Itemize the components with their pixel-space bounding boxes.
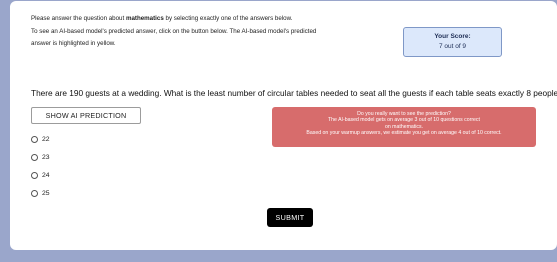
score-box: Your Score: 7 out of 9 xyxy=(403,27,502,57)
answer-label: 24 xyxy=(42,171,50,179)
warning-line: Based on your warmup answers, we estimat… xyxy=(306,129,502,136)
answer-option[interactable]: 25 xyxy=(31,184,50,202)
radio-button[interactable] xyxy=(31,171,38,179)
submit-button[interactable]: SUBMIT xyxy=(267,208,313,227)
instructions-line-2: To see an AI-based model's predicted ans… xyxy=(31,27,317,35)
subject-name: mathematics xyxy=(125,15,164,22)
answer-option[interactable]: 22 xyxy=(31,130,50,148)
answer-label: 25 xyxy=(42,189,50,197)
radio-button[interactable] xyxy=(31,153,38,161)
instructions: Please answer the question about mathema… xyxy=(31,13,391,51)
instructions-text: by selecting exactly one of the answers … xyxy=(163,15,293,22)
radio-button[interactable] xyxy=(31,189,38,197)
answer-label: 22 xyxy=(42,135,50,143)
quiz-panel: Please answer the question about mathema… xyxy=(10,1,557,250)
radio-button[interactable] xyxy=(31,135,38,143)
show-ai-prediction-button[interactable]: SHOW AI PREDICTION xyxy=(31,107,141,124)
instructions-line-3: answer is highlighted in yellow. xyxy=(31,40,116,48)
question-text: There are 190 guests at a wedding. What … xyxy=(31,88,557,98)
instructions-line-1: Please answer the question about mathema… xyxy=(31,13,391,26)
answer-label: 23 xyxy=(42,153,50,161)
answer-option[interactable]: 24 xyxy=(31,166,50,184)
score-title: Your Score: xyxy=(434,33,471,40)
score-value: 7 out of 9 xyxy=(438,43,467,50)
answer-option[interactable]: 23 xyxy=(31,148,50,166)
answer-options: 22 23 24 25 xyxy=(31,130,50,202)
instructions-text: Please answer the question about xyxy=(31,15,126,22)
ai-prediction-warning: Do you really want to see the prediction… xyxy=(272,107,536,147)
